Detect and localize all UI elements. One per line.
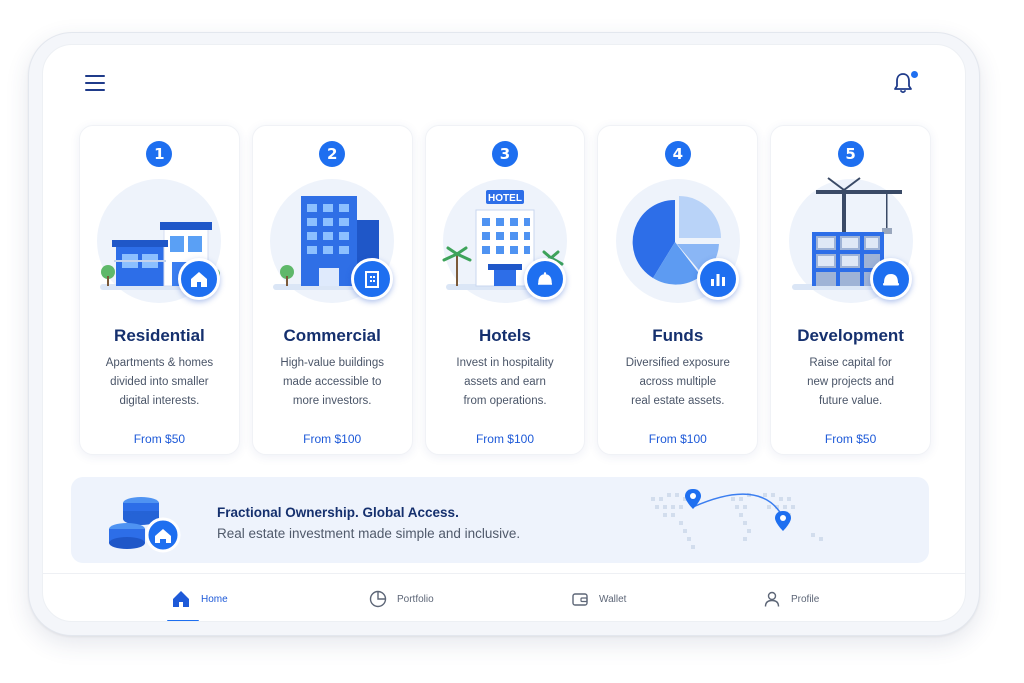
construction-illustration: [786, 176, 916, 306]
active-tab-indicator: [167, 620, 199, 621]
category-description: Apartments & homes divided into smaller di…: [105, 357, 214, 407]
category-price: From $100: [648, 432, 707, 446]
nav-home[interactable]: Home: [171, 588, 228, 610]
step-number: 4: [664, 141, 691, 167]
building-icon: [351, 258, 394, 300]
nav-label: Portfolio: [397, 593, 434, 605]
category-title: Development: [797, 326, 904, 345]
category-price: From $100: [303, 432, 362, 446]
house-illustration: [94, 176, 224, 306]
hamburger-icon: [85, 75, 105, 77]
hotel-sign: HOTEL: [488, 193, 522, 204]
notification-button[interactable]: [891, 71, 919, 99]
pie-chart-icon: [369, 590, 387, 608]
menu-button[interactable]: [85, 75, 105, 93]
nav-profile[interactable]: Profile: [763, 588, 819, 610]
step-number: 2: [319, 141, 346, 167]
pie-chart-illustration: [613, 176, 743, 306]
app-screen: 1 Residential Apartments & homes divided…: [42, 44, 966, 622]
category-title: Residential: [114, 326, 205, 345]
bar-chart-icon: [696, 258, 739, 300]
category-price: From $50: [133, 432, 186, 446]
banner-subtitle: Real estate investment made simple and i…: [217, 526, 521, 541]
category-description: Raise capital for new projects and future …: [807, 357, 895, 407]
category-title: Funds: [652, 326, 704, 345]
category-price: From $50: [824, 432, 877, 446]
step-number: 3: [491, 141, 518, 167]
bell-service-icon: [523, 258, 566, 300]
category-cards: 1 Residential Apartments & homes divided…: [79, 125, 931, 455]
category-card-funds[interactable]: 4 Funds Diversified exposure across multi…: [597, 125, 759, 455]
category-description: Diversified exposure across multiple real …: [625, 357, 730, 407]
home-icon: [173, 591, 189, 607]
category-description: Invest in hospitality assets and earn from…: [456, 357, 554, 407]
office-building-illustration: [267, 176, 397, 306]
user-icon: [764, 591, 780, 607]
bottom-nav: Home Portfolio Wallet Profile: [43, 573, 965, 621]
hotel-illustration: HOTEL: [440, 176, 570, 306]
step-number: 1: [146, 141, 173, 167]
nav-wallet[interactable]: Wallet: [571, 588, 626, 610]
category-card-commercial[interactable]: 2 Commercial High-value buildings made a…: [251, 125, 413, 455]
category-card-residential[interactable]: 1 Residential Apartments & homes divided…: [79, 125, 240, 455]
category-card-hotels[interactable]: 3 HOTEL Hotels Invest in hospitality ass…: [424, 125, 586, 455]
nav-label: Home: [201, 593, 228, 605]
nav-label: Wallet: [599, 593, 627, 605]
category-card-development[interactable]: 5 Development Raise capital for new proj…: [770, 125, 931, 455]
hard-hat-icon: [869, 258, 912, 300]
nav-portfolio[interactable]: Portfolio: [369, 588, 434, 610]
coin-stack-illustration: [109, 497, 181, 553]
category-title: Commercial: [283, 326, 381, 345]
step-number: 5: [837, 141, 864, 167]
category-description: High-value buildings made accessible to mo…: [280, 357, 384, 407]
category-price: From $100: [475, 432, 534, 446]
info-banner[interactable]: Fractional Ownership. Global Access. Rea…: [71, 477, 929, 563]
world-map-illustration: [651, 489, 823, 549]
notification-dot: [911, 71, 918, 78]
nav-label: Profile: [791, 593, 820, 605]
banner-title: Fractional Ownership. Global Access.: [217, 505, 459, 520]
category-title: Hotels: [479, 326, 531, 345]
wallet-icon: [572, 593, 588, 606]
